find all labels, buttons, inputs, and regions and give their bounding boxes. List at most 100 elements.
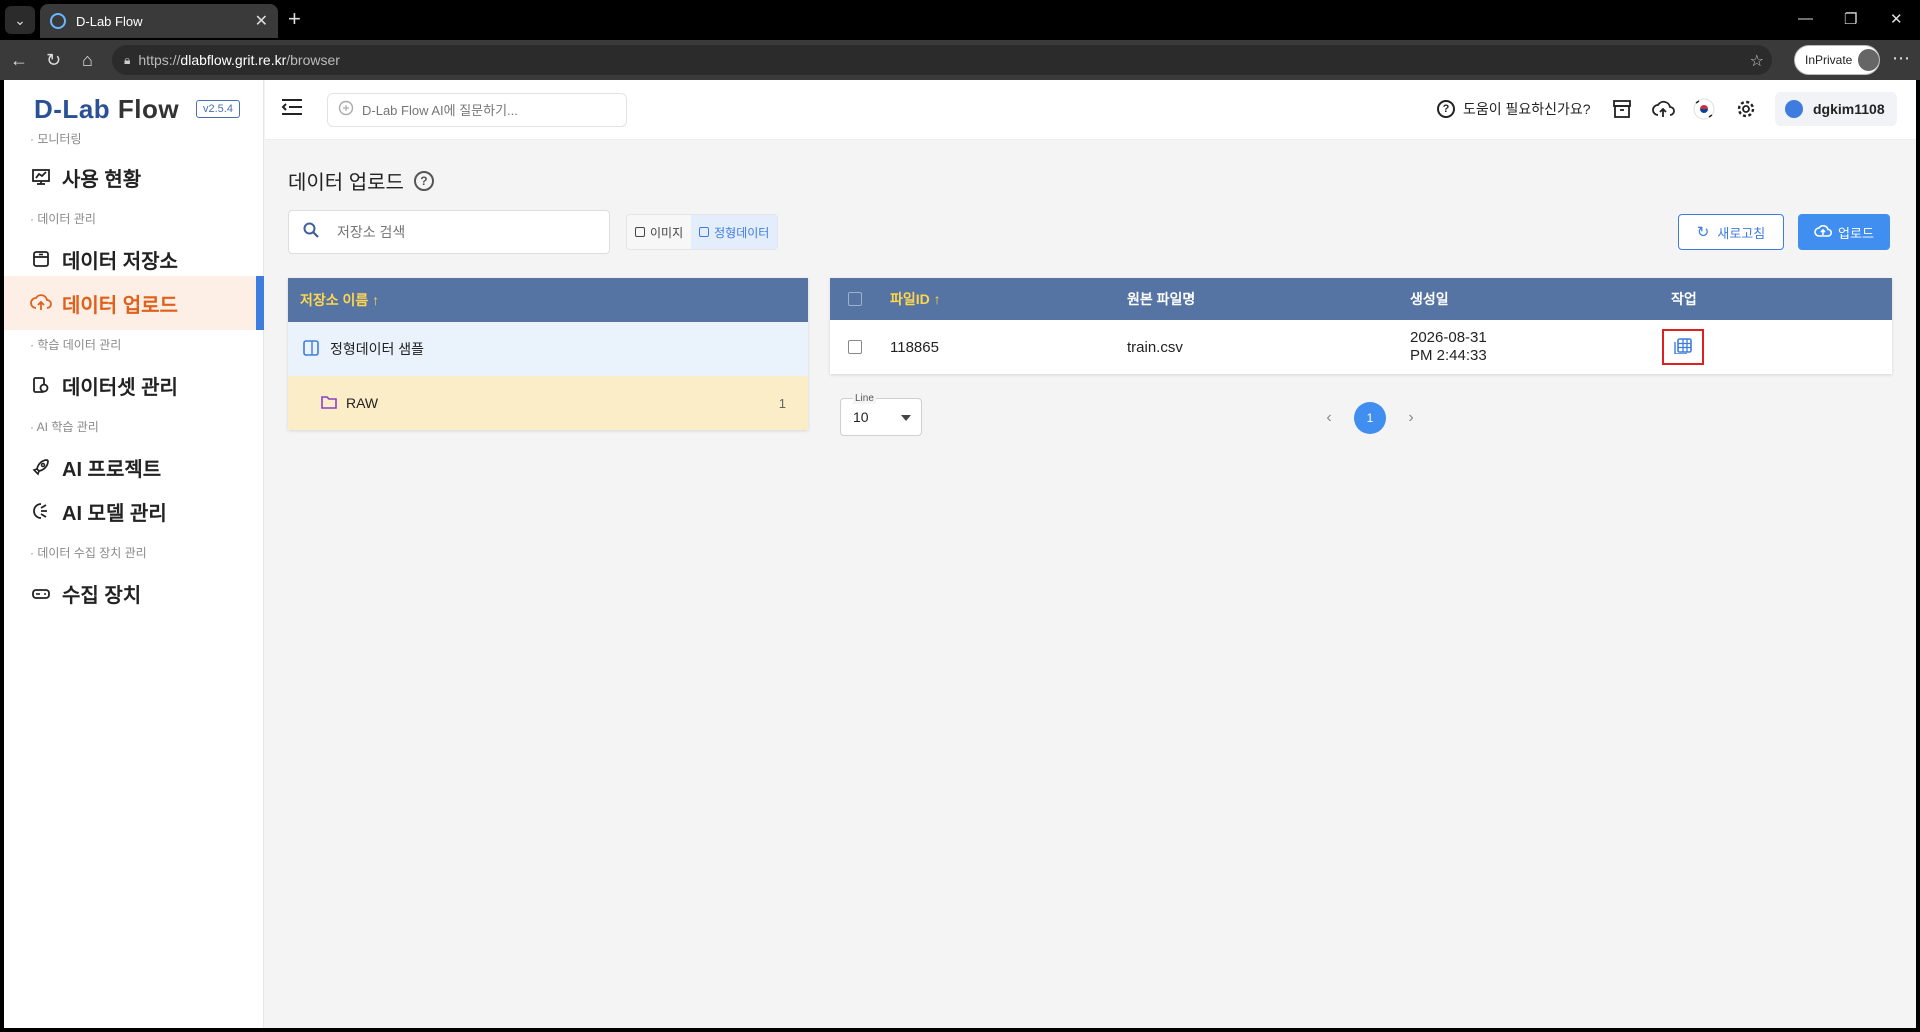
cloud-upload-icon[interactable]	[1651, 98, 1675, 125]
user-menu[interactable]: dgkim1108	[1775, 92, 1897, 126]
select-all-checkbox[interactable]	[848, 292, 862, 306]
folder-icon	[320, 394, 338, 413]
column-original-filename[interactable]: 원본 파일명	[1127, 278, 1195, 320]
reload-icon[interactable]: ↻	[46, 50, 61, 70]
help-label: 도움이 필요하신가요?	[1463, 101, 1591, 117]
korea-flag-icon[interactable]	[1693, 98, 1715, 125]
search-icon	[303, 222, 319, 243]
close-tab-icon[interactable]: ✕	[255, 11, 268, 31]
pagination: ‹ 1 ›	[1314, 402, 1426, 434]
storage-item[interactable]: 정형데이터 샘플	[288, 322, 808, 376]
archive-icon[interactable]	[1611, 98, 1633, 125]
profile-avatar	[1858, 49, 1879, 71]
page-title-wrap: 데이터 업로드 ?	[288, 166, 434, 195]
top-header: ? 도움이 필요하신가요? dgkim1108	[265, 80, 1916, 140]
refresh-label: 새로고침	[1717, 225, 1766, 241]
created-date: 2026-08-31	[1410, 329, 1487, 346]
tab-label: 이미지	[650, 225, 684, 240]
favorite-star-icon[interactable]: ☆	[1750, 51, 1764, 71]
filename-cell: train.csv	[1127, 338, 1183, 356]
help-link[interactable]: ? 도움이 필요하신가요?	[1437, 99, 1591, 119]
url-prefix: https://	[138, 52, 181, 68]
upload-button[interactable]: 업로드	[1798, 214, 1890, 250]
browser-tabbar: ⌄ D-Lab Flow ✕ + — ❐ ✕	[0, 0, 1920, 40]
minimize-icon[interactable]: —	[1798, 10, 1813, 27]
column-file-id[interactable]: 파일ID ↑	[890, 278, 941, 320]
section-training-data: · 학습 데이터 관리	[30, 338, 122, 352]
back-icon[interactable]: ←	[10, 50, 28, 70]
logo-flow: Flow	[117, 94, 180, 124]
ai-question-box[interactable]	[327, 93, 627, 127]
upload-label: 업로드	[1838, 225, 1874, 241]
view-data-button[interactable]	[1662, 329, 1704, 365]
new-tab-button[interactable]: +	[288, 8, 301, 30]
sidebar-item-label: AI 프로젝트	[62, 458, 162, 481]
tab-structured-data[interactable]: 정형데이터	[691, 215, 778, 249]
rows-per-page-label: Line	[853, 393, 876, 404]
storage-search[interactable]	[288, 210, 610, 254]
page-number[interactable]: 1	[1354, 402, 1386, 434]
page-title: 데이터 업로드	[288, 172, 404, 194]
storage-item-label: 정형데이터 샘플	[330, 341, 425, 357]
rocket-icon	[30, 456, 52, 478]
inprivate-badge[interactable]: InPrivate	[1794, 45, 1880, 75]
table-view-icon	[1673, 336, 1693, 358]
sidebar-item-label: 데이터 저장소	[62, 250, 178, 273]
tab-title: D-Lab Flow	[76, 13, 143, 29]
app-root: D-Lab Flow v2.5.4 · 모니터링 사용 현황 · 데이터 관리 …	[4, 80, 1916, 1028]
cloud-upload-icon	[1814, 224, 1833, 241]
folder-label: RAW	[346, 395, 379, 411]
browser-address-bar: ← ↻ ⌂ 🔒︎ https://dlabflow.grit.re.kr/bro…	[0, 40, 1920, 80]
more-menu-icon[interactable]: ⋯	[1892, 48, 1910, 69]
storage-icon	[30, 248, 52, 270]
model-icon	[30, 500, 52, 522]
table-icon	[699, 227, 710, 237]
inprivate-label: InPrivate	[1805, 53, 1853, 67]
url-field[interactable]: 🔒︎ https://dlabflow.grit.re.kr/browser ☆	[112, 45, 1772, 75]
gear-icon[interactable]	[1735, 98, 1757, 125]
created-time: PM 2:44:33	[1410, 347, 1487, 364]
storage-name-header[interactable]: 저장소 이름 ↑	[288, 278, 808, 322]
image-icon	[635, 227, 645, 237]
site-favicon-icon	[50, 13, 66, 29]
sidebar-item-label: 데이터셋 관리	[62, 376, 178, 399]
home-icon[interactable]: ⌂	[82, 50, 93, 70]
tab-label: 정형데이터	[714, 225, 770, 240]
help-icon: ?	[1437, 100, 1455, 118]
sidebar-item-dataset[interactable]: 데이터셋 관리	[4, 358, 264, 412]
sidebar-item-device[interactable]: 수집 장치	[4, 566, 264, 620]
column-created-date[interactable]: 생성일	[1410, 278, 1449, 320]
sidebar-item-ai-model[interactable]: AI 모델 관리	[4, 484, 264, 538]
browser-tab[interactable]: D-Lab Flow ✕	[40, 4, 278, 38]
close-window-icon[interactable]: ✕	[1890, 10, 1903, 28]
rows-per-page-select[interactable]: Line 10	[840, 393, 922, 436]
repository-icon	[302, 339, 320, 360]
refresh-button[interactable]: ↻ 새로고침	[1678, 214, 1784, 250]
version-badge: v2.5.4	[196, 100, 240, 118]
table-row[interactable]: 118865 train.csv 2026-08-31 PM 2:44:33	[830, 320, 1892, 374]
folder-item[interactable]: RAW 1	[288, 376, 808, 430]
restore-icon[interactable]: ❐	[1844, 10, 1857, 28]
file-id-cell: 118865	[890, 338, 939, 356]
row-checkbox[interactable]	[848, 340, 862, 354]
url-host: dlabflow.grit.re.kr	[180, 52, 287, 68]
section-data-management: · 데이터 관리	[30, 212, 96, 226]
tab-image[interactable]: 이미지	[627, 215, 691, 249]
sidebar-item-label: 사용 현황	[62, 168, 142, 191]
page-help-icon[interactable]: ?	[413, 170, 434, 191]
ai-question-input[interactable]	[362, 102, 612, 118]
next-page-icon[interactable]: ›	[1396, 409, 1426, 427]
refresh-icon: ↻	[1696, 224, 1710, 241]
search-input[interactable]	[337, 224, 587, 240]
prev-page-icon[interactable]: ‹	[1314, 409, 1344, 427]
sidebar-item-data-upload[interactable]: 데이터 업로드	[4, 276, 264, 330]
user-avatar-icon	[1785, 100, 1803, 118]
url-path: /browser	[286, 52, 340, 68]
section-ai-training: · AI 학습 관리	[30, 420, 99, 434]
tab-list-button[interactable]: ⌄	[5, 6, 35, 34]
app-logo[interactable]: D-Lab Flow	[34, 94, 179, 125]
menu-toggle-icon[interactable]	[281, 98, 303, 121]
data-type-tabs: 이미지 정형데이터	[626, 214, 779, 250]
sidebar-item-usage[interactable]: 사용 현황	[4, 150, 264, 204]
section-device-management: · 데이터 수집 장치 관리	[30, 546, 147, 560]
